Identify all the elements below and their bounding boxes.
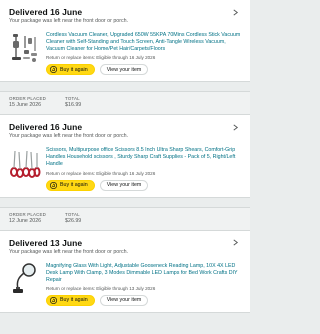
item-info: Cordless Vacuum Cleaner, Upgraded 650W 5… — [46, 32, 241, 76]
item-actions: Buy it again View your item — [46, 64, 241, 76]
delivery-note: Your package was left near the front doo… — [9, 133, 129, 140]
order-placed-date: 12 June 2026 — [9, 217, 42, 224]
order-placed: ORDER PLACED 12 June 2026 — [9, 212, 46, 224]
order-total-label: TOTAL — [65, 96, 80, 102]
order-card: Delivered 16 June Your package was left … — [0, 0, 250, 83]
order-summary: ORDER PLACED 15 June 2026 TOTAL $16.99 — [0, 91, 250, 115]
more-options-icon[interactable] — [229, 121, 241, 133]
view-item-button[interactable]: View your item — [99, 64, 149, 76]
view-item-label: View your item — [106, 297, 142, 304]
buy-again-label: Buy it again — [60, 297, 88, 304]
order-item: Magnifying Glass With Light, Adjustable … — [9, 263, 241, 306]
order-placed-label: ORDER PLACED — [9, 96, 47, 102]
item-title-link[interactable]: Cordless Vacuum Cleaner, Upgraded 650W 5… — [46, 32, 241, 53]
buy-again-button[interactable]: Buy it again — [46, 294, 95, 306]
view-item-label: View your item — [106, 66, 142, 73]
refresh-icon — [50, 66, 57, 74]
refresh-icon — [50, 296, 57, 304]
buy-again-button[interactable]: Buy it again — [46, 179, 95, 191]
view-item-button[interactable]: View your item — [99, 179, 149, 191]
order-summary: ORDER PLACED 12 June 2026 TOTAL $26.99 — [0, 206, 250, 230]
more-options-icon[interactable] — [229, 6, 241, 18]
more-options-icon[interactable] — [229, 237, 241, 249]
item-title-link[interactable]: Magnifying Glass With Light, Adjustable … — [46, 263, 241, 284]
item-actions: Buy it again View your item — [46, 179, 241, 191]
order-header: Delivered 16 June Your package was left … — [9, 4, 241, 24]
return-window: Return or replace items: Eligible throug… — [46, 285, 156, 291]
item-title-link[interactable]: Scissors, Multipurpose office Scissors 8… — [46, 147, 241, 168]
refresh-icon — [50, 181, 57, 189]
buy-again-label: Buy it again — [60, 182, 88, 189]
order-item: Cordless Vacuum Cleaner, Upgraded 650W 5… — [9, 32, 241, 76]
order-header: Delivered 16 June Your package was left … — [9, 119, 241, 139]
delivery-note: Your package was left near the front doo… — [9, 18, 129, 24]
magnifier-lamp-icon[interactable] — [9, 262, 41, 295]
return-window: Return or replace items: Eligible throug… — [46, 55, 156, 61]
view-item-label: View your item — [106, 182, 142, 189]
view-item-button[interactable]: View your item — [99, 294, 149, 306]
order-card: Delivered 16 June Your package was left … — [0, 114, 250, 198]
order-total: TOTAL $16.99 — [65, 96, 81, 108]
order-placed: ORDER PLACED 15 June 2026 — [9, 96, 46, 108]
order-placed-date: 15 June 2026 — [9, 102, 42, 109]
order-total-value: $26.99 — [65, 217, 82, 224]
order-item: Scissors, Multipurpose office Scissors 8… — [9, 147, 241, 191]
order-card: Delivered 13 June Your package was left … — [0, 229, 250, 313]
order-total-label: TOTAL — [65, 211, 80, 217]
delivery-note: Your package was left near the front doo… — [9, 248, 129, 255]
item-info: Scissors, Multipurpose office Scissors 8… — [46, 147, 241, 191]
buy-again-label: Buy it again — [60, 66, 88, 73]
delivery-status: Delivered 16 June — [9, 7, 83, 17]
scissors-icon[interactable] — [9, 147, 41, 179]
item-info: Magnifying Glass With Light, Adjustable … — [46, 263, 241, 306]
buy-again-button[interactable]: Buy it again — [46, 64, 95, 76]
vacuum-cleaner-icon[interactable] — [9, 32, 41, 64]
order-total-value: $16.99 — [65, 102, 82, 109]
order-header: Delivered 13 June Your package was left … — [9, 235, 241, 255]
order-placed-label: ORDER PLACED — [9, 211, 47, 217]
return-window: Return or replace items: Eligible throug… — [46, 170, 156, 176]
item-actions: Buy it again View your item — [46, 294, 241, 306]
delivery-status: Delivered 13 June — [9, 237, 83, 248]
delivery-status: Delivered 16 June — [9, 122, 83, 133]
order-total: TOTAL $26.99 — [65, 212, 81, 224]
